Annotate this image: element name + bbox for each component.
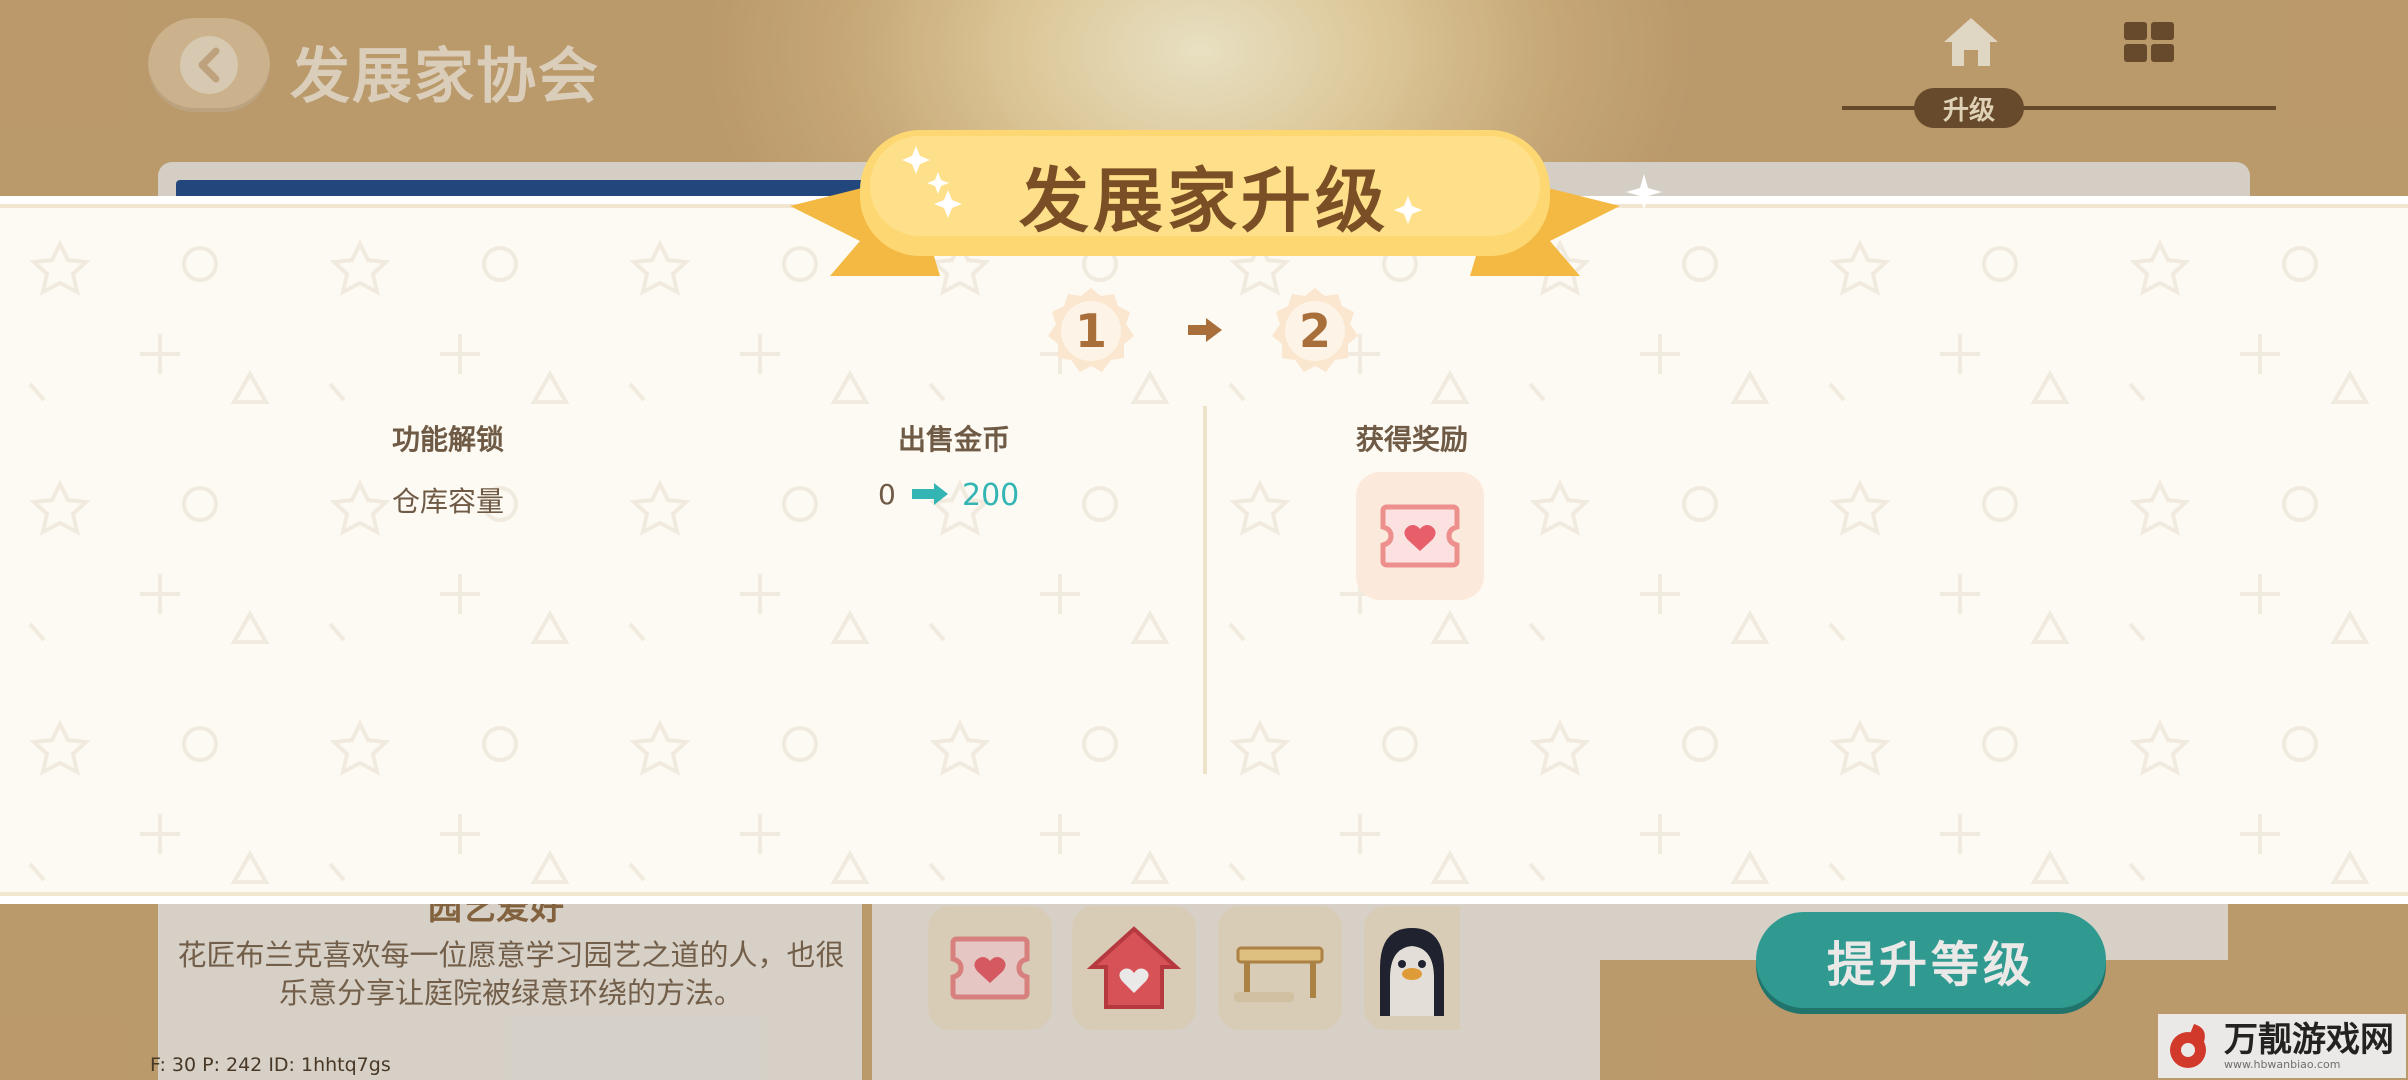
heart-ticket-icon: [1380, 504, 1460, 568]
sell-coins-header: 出售金币: [898, 423, 1011, 456]
reward-thumb-house[interactable]: [1072, 906, 1196, 1030]
value-old: 0: [878, 478, 896, 511]
watermark-logo-icon: [2170, 1024, 2206, 1068]
modal-title: 发展家升级: [1019, 159, 1389, 242]
garden-description: 花匠布兰克喜欢每一位愿意学习园艺之道的人，也很乐意分享让庭院被绿意环绕的方法。: [177, 938, 845, 1010]
heart-house-icon: [1086, 926, 1182, 1009]
table-icon: [1234, 946, 1324, 1002]
storage-icon[interactable]: [2122, 20, 2176, 64]
level-arrow-icon: [1188, 318, 1222, 342]
value-new: 200: [962, 478, 1020, 513]
watermark-text: 万靓游戏网: [2224, 1019, 2394, 1060]
home-icon[interactable]: [1940, 14, 2002, 70]
debug-info: F: 30 P: 242 ID: 1hhtq7gs: [150, 1054, 391, 1076]
reward-thumb-ticket[interactable]: [928, 906, 1052, 1030]
tab-upgrade[interactable]: 升级: [1914, 88, 2024, 128]
value-arrow-icon: [912, 483, 948, 505]
page-title: 发展家协会: [290, 42, 600, 112]
reward-thumb-penguin[interactable]: [1364, 906, 1460, 1030]
upgrade-level-button[interactable]: 提升等级: [1756, 912, 2106, 1008]
nav-underline: [1842, 106, 2276, 110]
back-button[interactable]: [148, 18, 270, 112]
sparkle-icon: [1626, 174, 1662, 210]
reward-thumb-table[interactable]: [1218, 906, 1342, 1030]
reward-item[interactable]: [1356, 472, 1484, 600]
back-icon: [180, 36, 238, 94]
level-from: 1: [1074, 304, 1107, 358]
unlock-item: 仓库容量: [392, 485, 505, 518]
penguin-icon: [1380, 928, 1444, 1016]
unlock-header: 功能解锁: [392, 423, 505, 456]
level-to: 2: [1298, 304, 1331, 358]
watermark: 万靓游戏网 www.hbwanbiao.com: [2158, 1014, 2406, 1078]
reward-header: 获得奖励: [1356, 423, 1469, 456]
heart-ticket-icon: [950, 936, 1030, 1000]
column-divider: [1203, 406, 1207, 774]
